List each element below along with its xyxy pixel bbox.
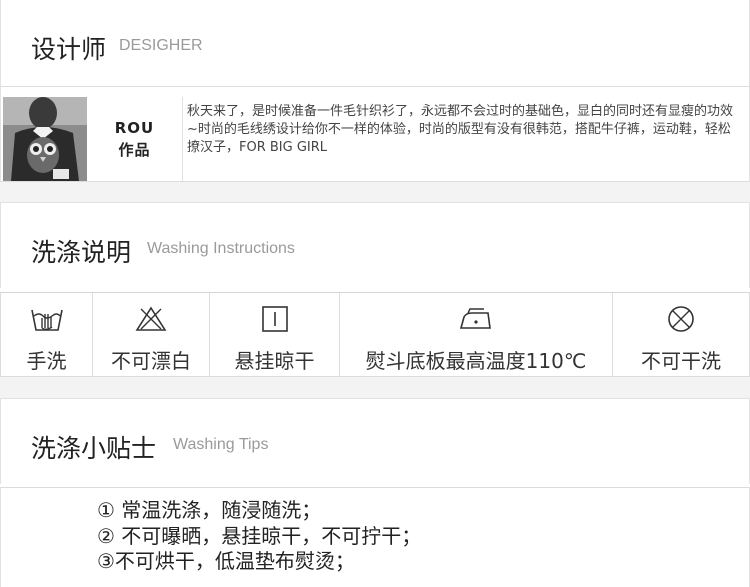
- wash-item-no-bleach: 不可漂白: [93, 293, 210, 376]
- tip-item: ① 常温洗涤，随浸随洗；: [97, 498, 322, 522]
- designer-tag-works: 作品: [118, 141, 151, 159]
- wash-label: 悬挂晾干: [234, 349, 315, 373]
- iron-icon: [340, 303, 612, 335]
- washing-instructions-table: 手洗 不可漂白 悬挂晾干 熨斗底板最高温度110℃ 不可干洗: [0, 292, 750, 377]
- washing-subtitle: Washing Instructions: [147, 240, 295, 257]
- tips-section-header: 洗涤小贴士 Washing Tips: [0, 398, 750, 484]
- tip-item: ③不可烘干，低温垫布熨烫；: [97, 549, 355, 573]
- tip-item: ② 不可曝晒，悬挂晾干，不可拧干；: [97, 524, 422, 548]
- no-dry-clean-icon: [613, 303, 749, 335]
- section-divider: [0, 182, 750, 202]
- designer-title: 设计师: [31, 35, 107, 64]
- wash-label: 手洗: [26, 349, 67, 373]
- designer-info-box: ROU 作品 秋天来了，是时候准备一件毛针织衫了，永远都不会过时的基础色，显白的…: [0, 86, 750, 182]
- designer-section-header: 设计师 DESIGHER: [0, 0, 750, 86]
- designer-tag-brand: ROU: [114, 119, 155, 137]
- wash-label: 不可干洗: [641, 349, 721, 373]
- no-bleach-icon: [93, 303, 209, 335]
- designer-description: 秋天来了，是时候准备一件毛针织衫了，永远都不会过时的基础色，显白的同时还有显瘦的…: [187, 104, 734, 155]
- washing-section-header: 洗涤说明 Washing Instructions: [0, 202, 750, 288]
- designer-subtitle: DESIGHER: [119, 37, 203, 54]
- wash-item-no-dry-clean: 不可干洗: [613, 293, 749, 376]
- designer-tag: ROU 作品: [87, 97, 183, 181]
- wash-label: 不可漂白: [111, 349, 191, 373]
- wash-label: 熨斗底板最高温度110℃: [365, 349, 587, 373]
- washing-title: 洗涤说明: [31, 238, 132, 267]
- wash-item-iron: 熨斗底板最高温度110℃: [340, 293, 613, 376]
- model-photo: [3, 97, 87, 181]
- wash-item-hand-wash: 手洗: [1, 293, 93, 376]
- wash-item-hang-dry: 悬挂晾干: [210, 293, 340, 376]
- section-divider: [0, 377, 750, 398]
- hang-dry-icon: [210, 303, 339, 335]
- hand-wash-icon: [1, 303, 92, 335]
- tips-title: 洗涤小贴士: [31, 434, 157, 463]
- tips-subtitle: Washing Tips: [173, 436, 269, 453]
- washing-tips-box: ① 常温洗涤，随浸随洗； ② 不可曝晒，悬挂晾干，不可拧干； ③不可烘干，低温垫…: [0, 487, 750, 587]
